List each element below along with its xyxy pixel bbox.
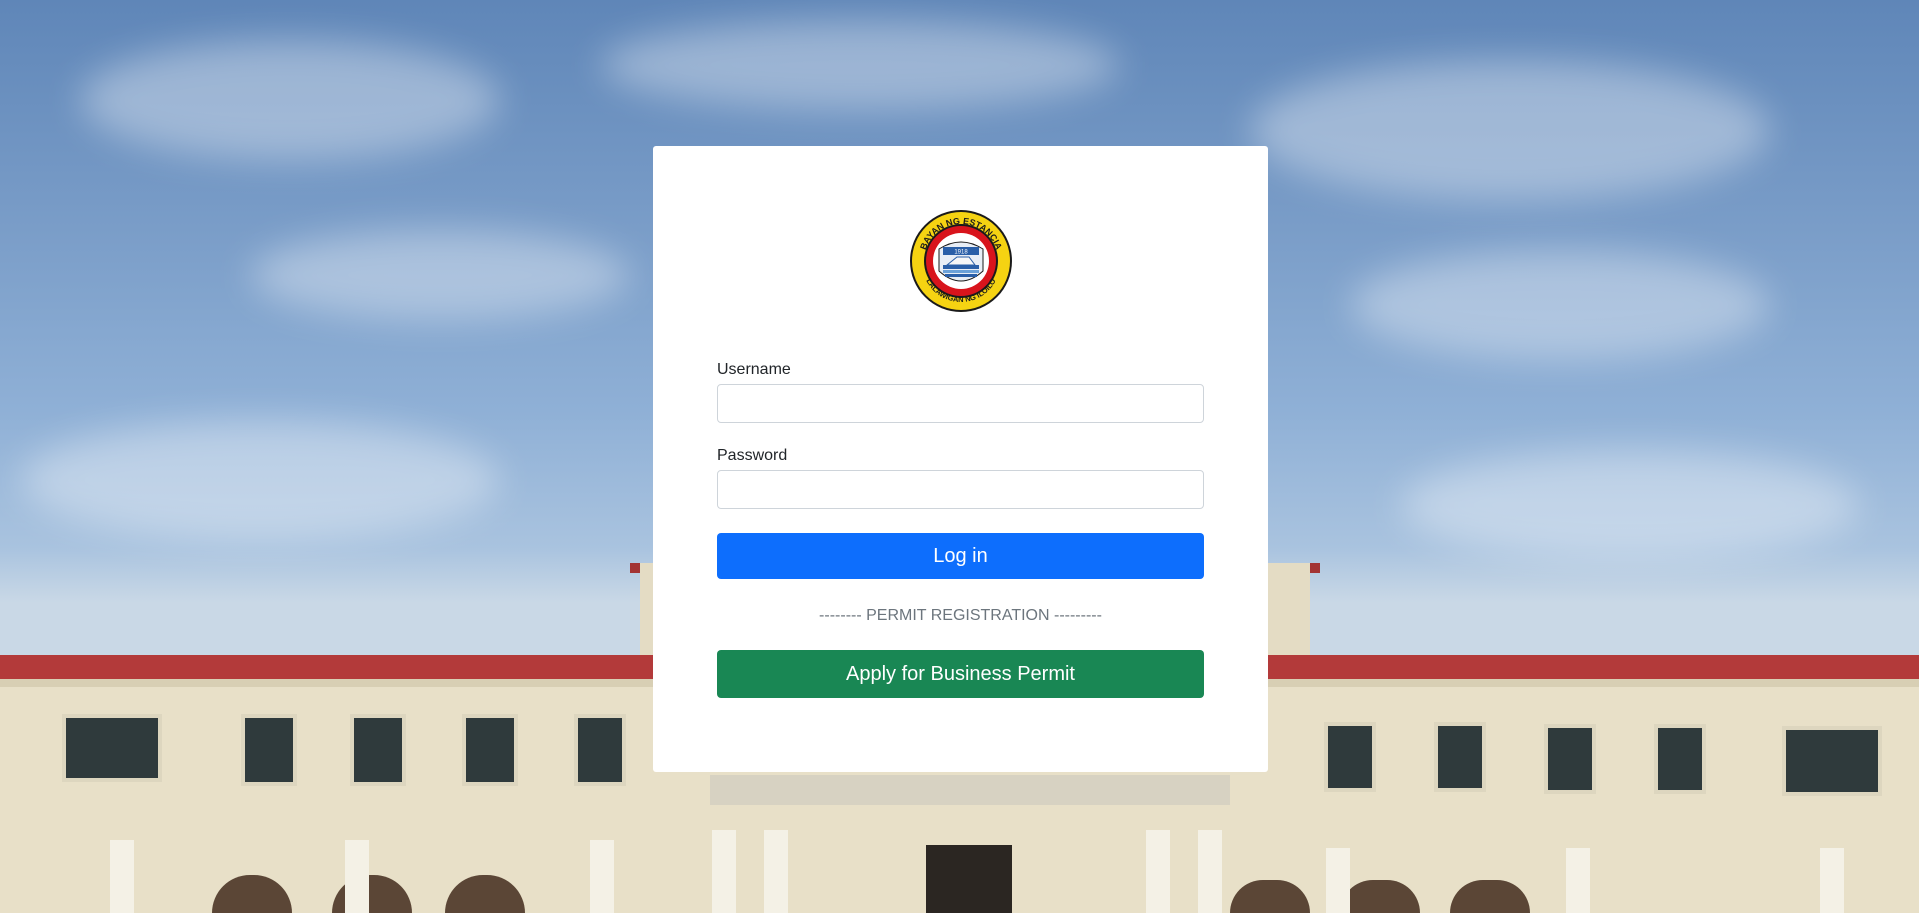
building-window: [1782, 726, 1882, 796]
building-window: [574, 714, 626, 786]
building-window: [62, 714, 162, 782]
building-column: [345, 840, 369, 913]
building-column: [590, 840, 614, 913]
login-form: Username Password Log in -------- PERMIT…: [717, 361, 1204, 698]
seal-year: 1918: [954, 250, 968, 256]
building-window: [1324, 722, 1376, 792]
password-group: Password: [717, 447, 1204, 509]
building-window: [1544, 724, 1596, 794]
building-window: [241, 714, 297, 786]
building-column: [1146, 830, 1170, 913]
cloud: [1400, 450, 1860, 560]
cloud: [1350, 250, 1770, 360]
building-column: [764, 830, 788, 913]
username-input[interactable]: [717, 384, 1204, 423]
building-door: [926, 845, 1012, 913]
building-porch: [710, 775, 1230, 805]
building-window: [462, 714, 518, 786]
building-window: [1654, 724, 1706, 794]
municipal-seal-icon: 1918 BAYAN NG ESTANCIA LALAWIGAN NG ILOI…: [909, 209, 1013, 313]
building-window: [1434, 722, 1486, 792]
building-column: [110, 840, 134, 913]
username-group: Username: [717, 361, 1204, 423]
cloud: [80, 40, 500, 160]
password-label: Password: [717, 447, 788, 464]
cloud: [600, 20, 1120, 110]
permit-registration-divider: -------- PERMIT REGISTRATION ---------: [819, 607, 1102, 624]
cloud: [250, 230, 630, 320]
building-column: [1820, 848, 1844, 913]
building-column: [1566, 848, 1590, 913]
building-column: [712, 830, 736, 913]
building-column: [1326, 848, 1350, 913]
apply-business-permit-button[interactable]: Apply for Business Permit: [717, 650, 1204, 698]
cloud: [1250, 60, 1770, 200]
password-input[interactable]: [717, 470, 1204, 509]
building-column: [1198, 830, 1222, 913]
municipal-seal-logo: 1918 BAYAN NG ESTANCIA LALAWIGAN NG ILOI…: [910, 210, 1012, 312]
building-window: [350, 714, 406, 786]
login-button[interactable]: Log in: [717, 533, 1204, 579]
username-label: Username: [717, 361, 791, 378]
login-card: 1918 BAYAN NG ESTANCIA LALAWIGAN NG ILOI…: [653, 146, 1268, 772]
cloud: [20, 420, 500, 540]
